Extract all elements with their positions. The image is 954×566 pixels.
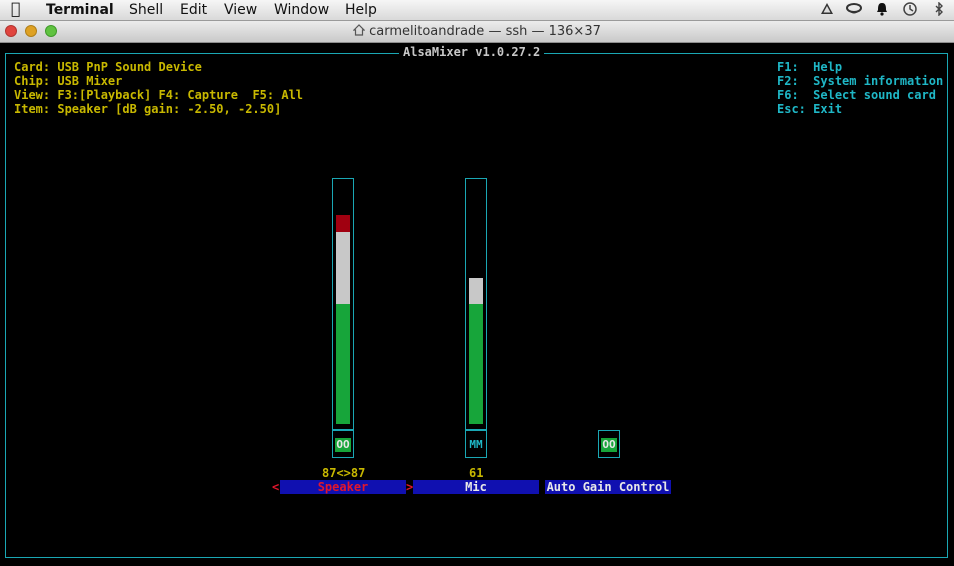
menu-bar:  Terminal Shell Edit View Window Help: [0, 0, 954, 21]
help-f2: F2: System information: [777, 74, 943, 88]
help-f1: F1: Help: [777, 60, 842, 74]
bell-icon[interactable]: [876, 2, 888, 20]
selection-arrow-left: <: [272, 480, 280, 494]
view-line: View: F3:[Playback] F4: Capture F5: All: [14, 88, 303, 102]
speaker-meter-low: [336, 304, 350, 424]
card-label: Card:: [14, 60, 51, 74]
card-value: USB PnP Sound Device: [57, 60, 202, 74]
view-all[interactable]: F5: All: [252, 88, 303, 102]
agc-switch-label: OO: [601, 438, 617, 452]
mic-meter-low: [469, 304, 483, 424]
speaker-volume-meter[interactable]: [332, 178, 354, 430]
menu-edit[interactable]: Edit: [180, 1, 207, 19]
menu-help[interactable]: Help: [345, 1, 377, 19]
help-f6-text: Select sound card: [813, 88, 936, 102]
cup-icon[interactable]: [846, 2, 864, 20]
view-playback[interactable]: F3:[Playback]: [57, 88, 151, 102]
help-f6: F6: Select sound card: [777, 88, 936, 102]
item-line: Item: Speaker [dB gain: -2.50, -2.50]: [14, 102, 281, 116]
mic-switch-label: MM: [469, 438, 483, 451]
drive-icon[interactable]: [820, 2, 834, 20]
menu-shell[interactable]: Shell: [129, 1, 163, 19]
card-line: Card: USB PnP Sound Device: [14, 60, 202, 74]
speaker-switch-label: OO: [335, 438, 351, 452]
view-capture[interactable]: F4: Capture: [159, 88, 238, 102]
help-f2-text: System information: [813, 74, 944, 88]
app-menu-terminal[interactable]: Terminal: [46, 1, 114, 19]
home-folder-icon: [352, 24, 366, 36]
apple-menu-icon[interactable]: : [11, 0, 21, 18]
view-label: View:: [14, 88, 51, 102]
agc-switch-frame[interactable]: OO: [598, 430, 620, 458]
mic-value: 61: [469, 466, 484, 480]
terminal-screen[interactable]: AlsaMixer v1.0.27.2 Card: USB PnP Sound …: [0, 43, 954, 566]
chip-line: Chip: USB Mixer: [14, 74, 122, 88]
speaker-switch-frame[interactable]: OO: [332, 430, 354, 458]
speaker-value: 87<>87: [322, 466, 366, 480]
help-esc-key: Esc:: [777, 102, 806, 116]
speaker-meter-mid: [336, 232, 350, 304]
agc-name[interactable]: Auto Gain Control: [545, 480, 671, 494]
mic-name[interactable]: Mic: [413, 480, 539, 494]
menu-window[interactable]: Window: [274, 1, 329, 19]
speaker-name[interactable]: Speaker: [280, 480, 406, 494]
help-f1-key: F1:: [777, 60, 799, 74]
mic-meter-mid: [469, 278, 483, 304]
time-machine-icon[interactable]: [902, 2, 918, 20]
help-esc: Esc: Exit: [777, 102, 842, 116]
mic-switch-frame[interactable]: MM: [465, 430, 487, 458]
window-title: carmelitoandrade — ssh — 136×37: [0, 24, 954, 40]
window-title-text: carmelitoandrade — ssh — 136×37: [369, 24, 601, 39]
chip-label: Chip:: [14, 74, 51, 88]
help-f2-key: F2:: [777, 74, 799, 88]
mic-volume-meter[interactable]: [465, 178, 487, 430]
alsamixer-title: AlsaMixer v1.0.27.2: [399, 45, 545, 59]
help-f6-key: F6:: [777, 88, 799, 102]
menu-view[interactable]: View: [224, 1, 257, 19]
speaker-meter-high: [336, 215, 350, 232]
window-title-bar: carmelitoandrade — ssh — 136×37: [0, 21, 954, 43]
help-f1-text: Help: [813, 60, 843, 74]
item-label: Item:: [14, 102, 51, 116]
bluetooth-icon[interactable]: [934, 1, 944, 20]
chip-value: USB Mixer: [57, 74, 123, 88]
help-esc-text: Exit: [813, 102, 843, 116]
item-value: Speaker [dB gain: -2.50, -2.50]: [57, 102, 282, 116]
